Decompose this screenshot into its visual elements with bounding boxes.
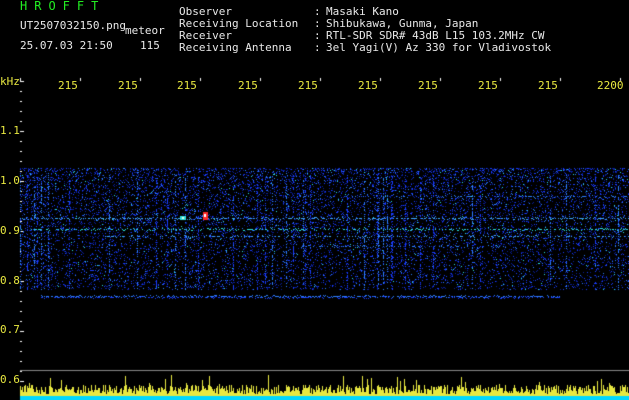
x-tick: 215 <box>118 79 138 92</box>
x-tick: 215 <box>358 79 378 92</box>
antenna-value: 3el Yagi(V) Az 330 for Vladivostok <box>326 41 552 54</box>
x-tick: 215 <box>238 79 258 92</box>
x-tick: 215 <box>58 79 78 92</box>
x-tick: 215 <box>298 79 318 92</box>
date-time: 25.07.03 21:50 <box>20 39 113 52</box>
spectrogram-plot <box>0 0 629 400</box>
y-tick: 1.0 <box>0 174 20 187</box>
hrofft-window: HROFFT UT2507032150.png meteor 25.07.03 … <box>0 0 629 400</box>
y-tick: 0.7 <box>0 323 20 336</box>
x-tick: 215 <box>177 79 197 92</box>
app-brand: HROFFT <box>20 0 106 13</box>
x-tick: 215 <box>478 79 498 92</box>
x-tick: 215 <box>418 79 438 92</box>
y-axis-unit: kHz <box>0 75 20 88</box>
y-tick: 0.6 <box>0 373 20 386</box>
x-tick: 2200 <box>597 79 624 92</box>
antenna-label: Receiving Antenna <box>179 41 292 54</box>
file-name: UT2507032150.png <box>20 19 126 32</box>
y-tick: 0.9 <box>0 224 20 237</box>
echo-count: 115 <box>140 39 160 52</box>
antenna-colon: : <box>314 41 321 54</box>
y-tick: 1.1 <box>0 124 20 137</box>
y-tick: 0.8 <box>0 274 20 287</box>
x-tick: 215 <box>538 79 558 92</box>
mode-label: meteor <box>125 24 165 37</box>
